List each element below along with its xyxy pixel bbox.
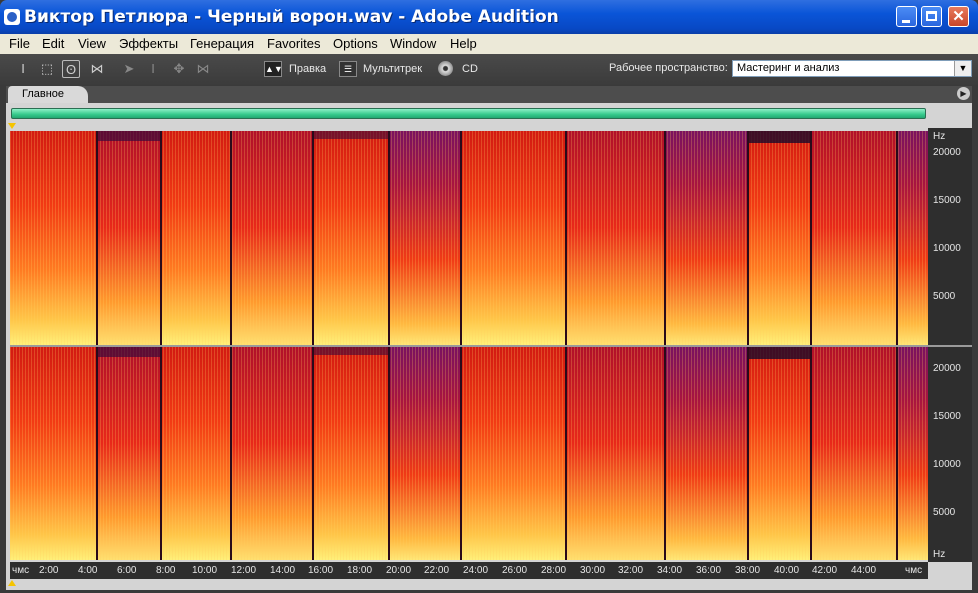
playhead-start-marker[interactable]: [8, 123, 16, 129]
time-tick: 28:00: [541, 565, 567, 576]
menu-view[interactable]: View: [78, 36, 106, 51]
time-tick: 32:00: [618, 565, 644, 576]
time-tick: 20:00: [386, 565, 412, 576]
scrub-tool-icon[interactable]: ⋈: [88, 60, 106, 78]
time-tick: 10:00: [192, 565, 218, 576]
time-tick: 2:00: [39, 565, 59, 576]
freq-unit-label: Hz: [933, 131, 946, 142]
time-tick: 18:00: [347, 565, 373, 576]
spectrogram-right-channel[interactable]: [10, 347, 928, 560]
freq-tick: 20000: [933, 147, 961, 158]
time-tick: чмс: [12, 565, 30, 576]
multitrack-view-icon[interactable]: ☰: [339, 61, 357, 77]
spectrogram-left-graphic: [10, 131, 928, 345]
playhead-end-marker[interactable]: [8, 580, 16, 586]
time-selection-tool-icon[interactable]: I: [14, 60, 32, 78]
tab-main[interactable]: Главное: [8, 86, 88, 103]
window-title: Виктор Петлюра - Черный ворон.wav - Adob…: [24, 7, 559, 27]
time-tick: 14:00: [270, 565, 296, 576]
workspace-value: Мастеринг и анализ: [737, 62, 840, 74]
time-tick: 26:00: [502, 565, 528, 576]
freq-tick: 5000: [933, 291, 956, 302]
time-tick: 44:00: [851, 565, 877, 576]
time-tick: 30:00: [580, 565, 606, 576]
menu-file[interactable]: File: [9, 36, 30, 51]
freq-tick: 5000: [933, 507, 956, 518]
spectrogram-left-channel[interactable]: [10, 131, 928, 345]
freq-tick: 10000: [933, 459, 961, 470]
edit-view-button[interactable]: Правка: [289, 63, 326, 75]
panel-options-icon[interactable]: ▶: [957, 87, 970, 100]
multitrack-view-button[interactable]: Мультитрек: [363, 63, 422, 75]
scrub-move-tool-icon[interactable]: ✥: [170, 60, 188, 78]
menu-options[interactable]: Options: [333, 36, 378, 51]
title-bar: Виктор Петлюра - Черный ворон.wav - Adob…: [0, 0, 978, 34]
select-move-tool-icon[interactable]: ⋈: [194, 60, 212, 78]
menu-help[interactable]: Help: [450, 36, 477, 51]
time-tick: 22:00: [424, 565, 450, 576]
cd-view-button[interactable]: CD: [462, 63, 478, 75]
freq-tick: 20000: [933, 363, 961, 374]
menu-favorites[interactable]: Favorites: [267, 36, 320, 51]
cd-view-icon[interactable]: [438, 61, 453, 76]
time-tick: 34:00: [657, 565, 683, 576]
time-tick: чмс: [905, 565, 923, 576]
spectrogram-right-graphic: [10, 347, 928, 560]
time-ruler[interactable]: чмс 2:00 4:00 6:00 8:00 10:00 12:00 14:0…: [10, 562, 928, 579]
freq-tick: 15000: [933, 411, 961, 422]
menu-effects[interactable]: Эффекты: [119, 36, 178, 51]
freq-tick: 15000: [933, 195, 961, 206]
lasso-tool-icon[interactable]: ʘ: [62, 60, 80, 78]
time-tick: 38:00: [735, 565, 761, 576]
overview-bar[interactable]: [11, 108, 926, 119]
minimize-button[interactable]: [896, 6, 917, 27]
time-tick: 40:00: [774, 565, 800, 576]
time-tick: 16:00: [308, 565, 334, 576]
time-tick: 36:00: [696, 565, 722, 576]
workspace-select[interactable]: Мастеринг и анализ ▼: [732, 60, 972, 77]
menu-window[interactable]: Window: [390, 36, 436, 51]
tab-main-label: Главное: [22, 88, 65, 100]
time-tick: 6:00: [117, 565, 137, 576]
marquee-tool-icon[interactable]: ⬚: [38, 60, 56, 78]
close-button[interactable]: ✕: [948, 6, 969, 27]
maximize-button[interactable]: [921, 6, 942, 27]
freq-tick: 10000: [933, 243, 961, 254]
time-tick: 42:00: [812, 565, 838, 576]
close-icon: ✕: [952, 8, 965, 25]
bottom-strip: [6, 579, 972, 590]
menu-edit[interactable]: Edit: [42, 36, 64, 51]
time-tick: 24:00: [463, 565, 489, 576]
freq-unit-label: Hz: [933, 549, 946, 560]
minimize-icon: [902, 20, 910, 23]
frequency-axis-right-channel: 20000 15000 10000 5000 Hz: [928, 347, 972, 562]
chevron-down-icon[interactable]: ▼: [954, 61, 971, 76]
time-tick: 8:00: [156, 565, 176, 576]
menu-generation[interactable]: Генерация: [190, 36, 254, 51]
maximize-icon: [926, 11, 937, 21]
time-tick: 4:00: [78, 565, 98, 576]
move-tool-icon[interactable]: ➤: [120, 60, 138, 78]
frequency-axis-left-channel: Hz 20000 15000 10000 5000: [928, 128, 972, 345]
workspace-label: Рабочее пространство:: [609, 62, 728, 74]
menu-bar: File Edit View Эффекты Генерация Favorit…: [0, 34, 978, 54]
edit-view-icon[interactable]: ▲▼: [264, 61, 283, 77]
hybrid-tool-icon[interactable]: I: [144, 60, 162, 78]
time-tick: 12:00: [231, 565, 257, 576]
app-icon[interactable]: [4, 9, 20, 25]
panel-tab-bar: ▶: [6, 86, 972, 103]
